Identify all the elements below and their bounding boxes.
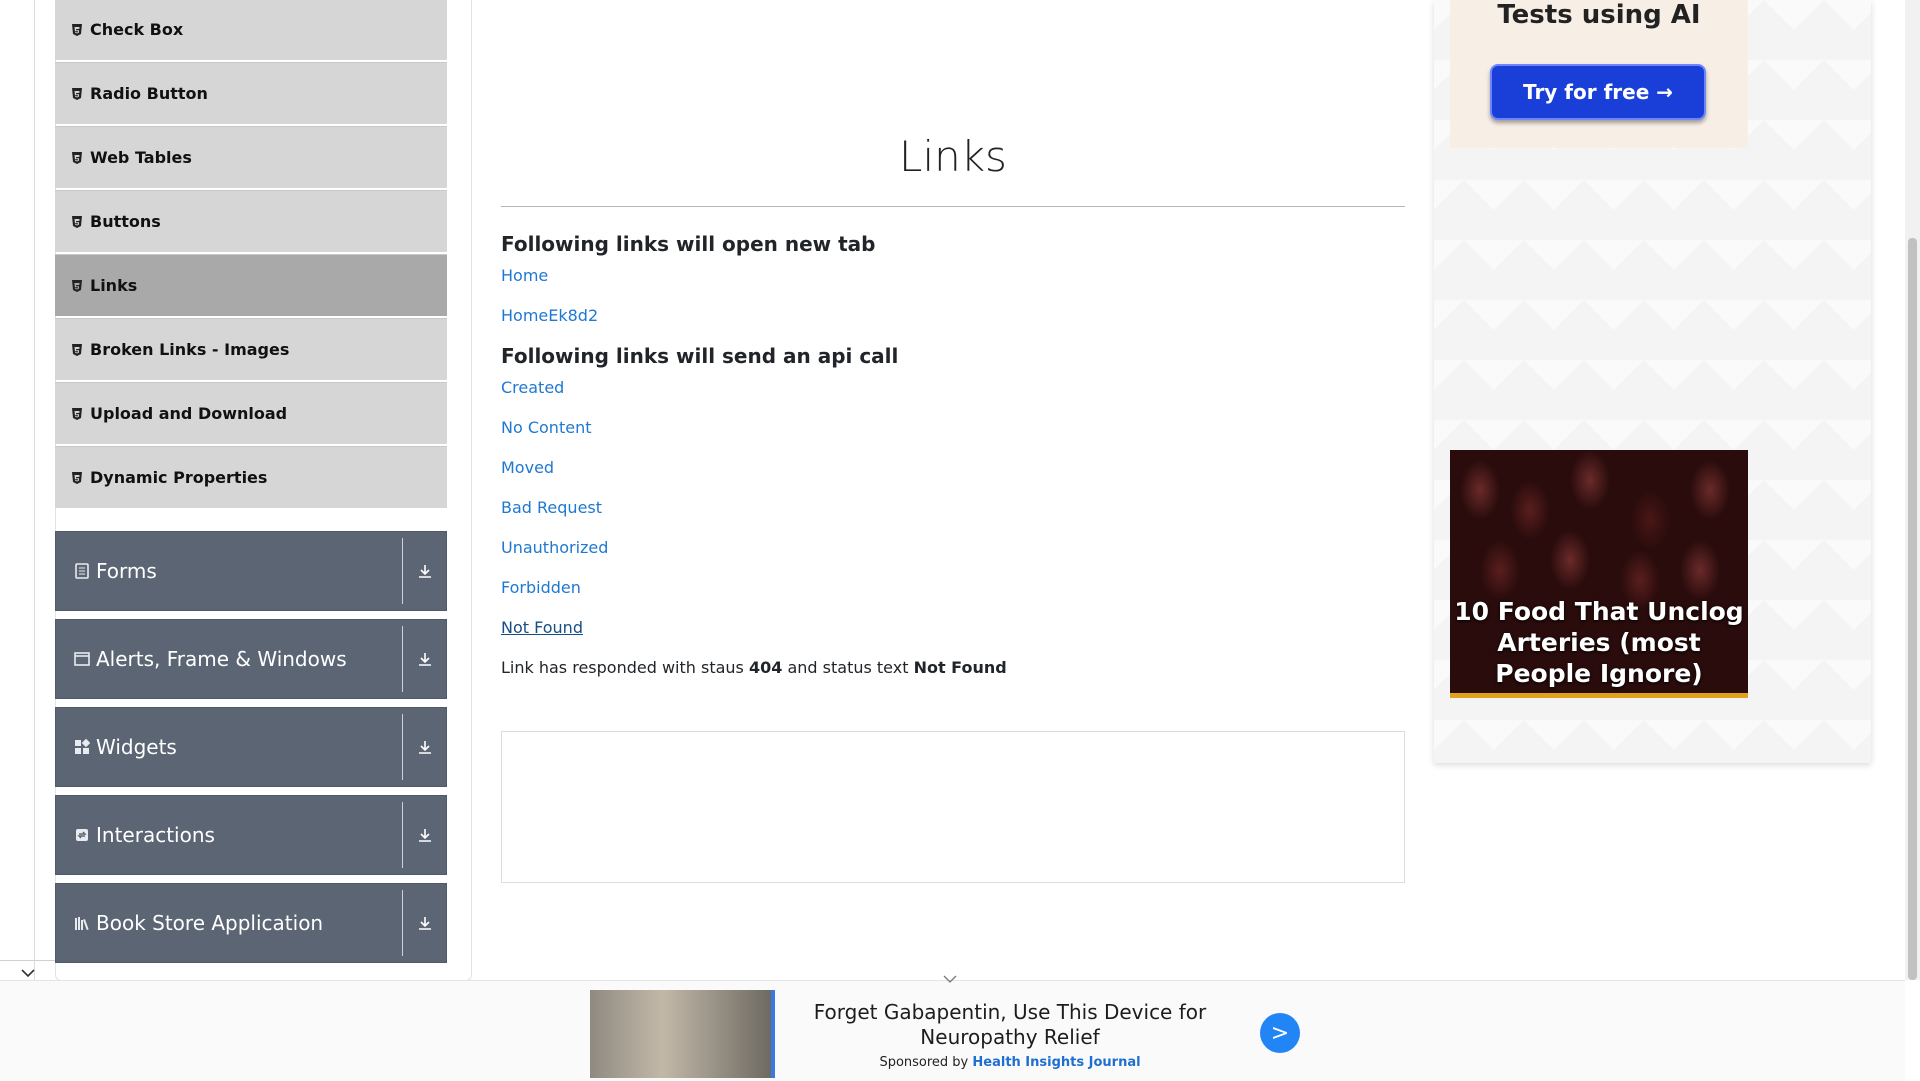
bad-request-link[interactable]: Bad Request	[501, 498, 602, 517]
sidebar-item-check-box[interactable]: Check Box	[55, 0, 447, 60]
sidebar-item-radio-button[interactable]: Radio Button	[55, 62, 447, 124]
forbidden-link[interactable]: Forbidden	[501, 578, 581, 597]
ad-placeholder	[501, 731, 1405, 883]
sidebar-item-label: Links	[90, 276, 138, 295]
form-icon	[74, 563, 90, 579]
expand-download-icon[interactable]	[403, 884, 446, 962]
sidebar-item-label: Web Tables	[90, 148, 192, 167]
elements-submenu: Check Box Radio Button Web Tables Button…	[55, 0, 447, 510]
group-label: Widgets	[96, 735, 177, 759]
food-ad[interactable]: 10 Food That Unclog Arteries (most Peopl…	[1450, 450, 1748, 698]
html5-icon	[71, 343, 82, 356]
ad-image[interactable]	[590, 990, 775, 1078]
sidebar-item-label: Buttons	[90, 212, 161, 231]
sidebar-item-upload-download[interactable]: Upload and Download	[55, 382, 447, 444]
html5-icon	[71, 215, 82, 228]
group-label: Forms	[96, 559, 157, 583]
right-ad-column: Tests using AI Try for free → 10 Food Th…	[1434, 0, 1871, 763]
group-label: Interactions	[96, 823, 215, 847]
sidebar-item-dynamic-properties[interactable]: Dynamic Properties	[55, 446, 447, 508]
widgets-icon	[74, 739, 90, 755]
response-prefix: Link has responded with staus	[501, 658, 749, 677]
promo-text: Tests using AI	[1497, 0, 1701, 30]
sidebar-item-label: Dynamic Properties	[90, 468, 268, 487]
html5-icon	[71, 279, 82, 292]
ad-title[interactable]: Forget Gabapentin, Use This Device for N…	[790, 1000, 1230, 1050]
expand-download-icon[interactable]	[403, 532, 446, 610]
home-link[interactable]: Home	[501, 266, 548, 285]
sidebar-item-buttons[interactable]: Buttons	[55, 190, 447, 252]
window-icon	[74, 651, 90, 667]
html5-icon	[71, 407, 82, 420]
sidebar-item-links[interactable]: Links	[55, 254, 447, 316]
html5-icon	[71, 23, 82, 36]
html5-icon	[71, 151, 82, 164]
sidebar-item-label: Radio Button	[90, 84, 208, 103]
chevron-down-icon	[20, 963, 36, 982]
expand-download-icon[interactable]	[403, 708, 446, 786]
sponsor-prefix: Sponsored by	[879, 1055, 973, 1070]
created-link[interactable]: Created	[501, 378, 564, 397]
response-status-code: 404	[748, 658, 783, 677]
sidebar-groups: Forms Alerts, Frame & Windows Widgets In…	[55, 531, 447, 971]
group-book-store[interactable]: Book Store Application	[55, 883, 447, 963]
section-heading-api-call: Following links will send an api call	[501, 344, 899, 368]
promo-ad: Tests using AI Try for free →	[1450, 0, 1748, 148]
book-icon	[74, 915, 90, 931]
ad-sponsor: Sponsored by Health Insights Journal	[790, 1055, 1230, 1070]
group-interactions[interactable]: Interactions	[55, 795, 447, 875]
unauthorized-link[interactable]: Unauthorized	[501, 538, 608, 557]
moved-link[interactable]: Moved	[501, 458, 554, 477]
sidebar-item-label: Broken Links - Images	[90, 340, 290, 359]
group-widgets[interactable]: Widgets	[55, 707, 447, 787]
expand-download-icon[interactable]	[403, 796, 446, 874]
chevron-down-icon[interactable]	[942, 971, 958, 987]
section-heading-new-tab: Following links will open new tab	[501, 232, 876, 256]
group-label: Alerts, Frame & Windows	[96, 647, 347, 671]
title-divider	[501, 206, 1405, 207]
scrollbar-thumb[interactable]	[1908, 238, 1917, 980]
try-for-free-button[interactable]: Try for free →	[1490, 64, 1706, 120]
food-ad-text: 10 Food That Unclog Arteries (most Peopl…	[1454, 597, 1744, 688]
sponsor-name[interactable]: Health Insights Journal	[972, 1055, 1140, 1070]
sidebar-item-label: Check Box	[90, 20, 184, 39]
group-forms[interactable]: Forms	[55, 531, 447, 611]
sidebar-item-label: Upload and Download	[90, 404, 288, 423]
html5-icon	[71, 87, 82, 100]
not-found-link[interactable]: Not Found	[501, 618, 583, 637]
ad-go-button[interactable]: >	[1260, 1013, 1300, 1053]
no-content-link[interactable]: No Content	[501, 418, 591, 437]
link-response-message: Link has responded with staus 404 and st…	[501, 658, 1007, 677]
expand-download-icon[interactable]	[403, 620, 446, 698]
response-status-text: Not Found	[913, 658, 1007, 677]
sidebar-item-web-tables[interactable]: Web Tables	[55, 126, 447, 188]
sidebar-left-rule	[34, 0, 35, 980]
interactions-icon	[74, 827, 90, 843]
response-middle: and status text	[782, 658, 914, 677]
page-title: Links	[899, 132, 1007, 181]
sidebar-item-broken-links[interactable]: Broken Links - Images	[55, 318, 447, 380]
html5-icon	[71, 471, 82, 484]
group-alerts-frame-windows[interactable]: Alerts, Frame & Windows	[55, 619, 447, 699]
group-label: Book Store Application	[96, 911, 324, 935]
dynamic-home-link[interactable]: HomeEk8d2	[501, 306, 598, 325]
